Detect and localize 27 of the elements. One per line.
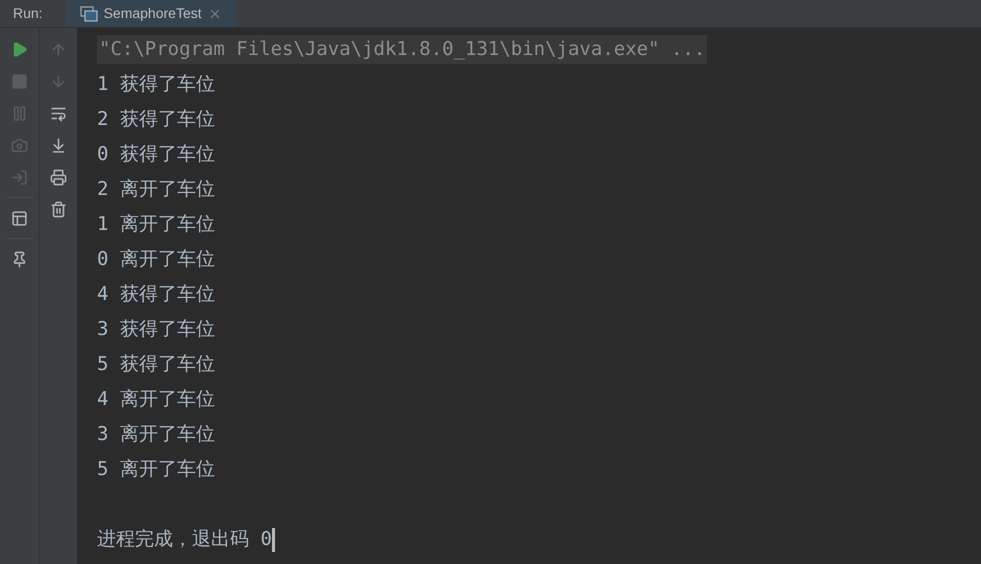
layout-icon: [11, 210, 28, 226]
output-line: 3 离开了车位: [97, 422, 215, 448]
output-line: 进程完成，退出码 0: [97, 527, 272, 552]
window-icon: [80, 6, 98, 22]
play-icon: [11, 40, 28, 58]
pin-icon: [11, 250, 28, 268]
trash-icon: [50, 200, 67, 218]
tab[interactable]: SemaphoreTest: [66, 0, 236, 27]
output-line: 0 离开了车位: [97, 247, 215, 272]
tab-label: SemaphoreTest: [104, 4, 202, 23]
output-line: 1 离开了车位: [97, 212, 215, 238]
exit-icon: [11, 168, 28, 186]
output-line: 0 获得了车位: [97, 142, 215, 168]
output-line: 5 离开了车位: [97, 457, 215, 482]
output-line: 4 离开了车位: [97, 387, 215, 412]
run-label: Run:: [12, 4, 44, 23]
output-line: 4 获得了车位: [97, 282, 215, 308]
output-line: 1 获得了车位: [97, 72, 215, 98]
output-line: 2 离开了车位: [97, 177, 215, 202]
output-line: 3 获得了车位: [97, 317, 215, 342]
output-line: 2 获得了车位: [97, 107, 215, 132]
printer-icon: [50, 168, 67, 186]
pause-icon: [11, 104, 28, 122]
scroll-to-end-icon: [50, 136, 67, 154]
output-line: 5 获得了车位: [97, 352, 215, 378]
camera-icon: [11, 136, 28, 154]
stop-icon: [11, 72, 28, 90]
